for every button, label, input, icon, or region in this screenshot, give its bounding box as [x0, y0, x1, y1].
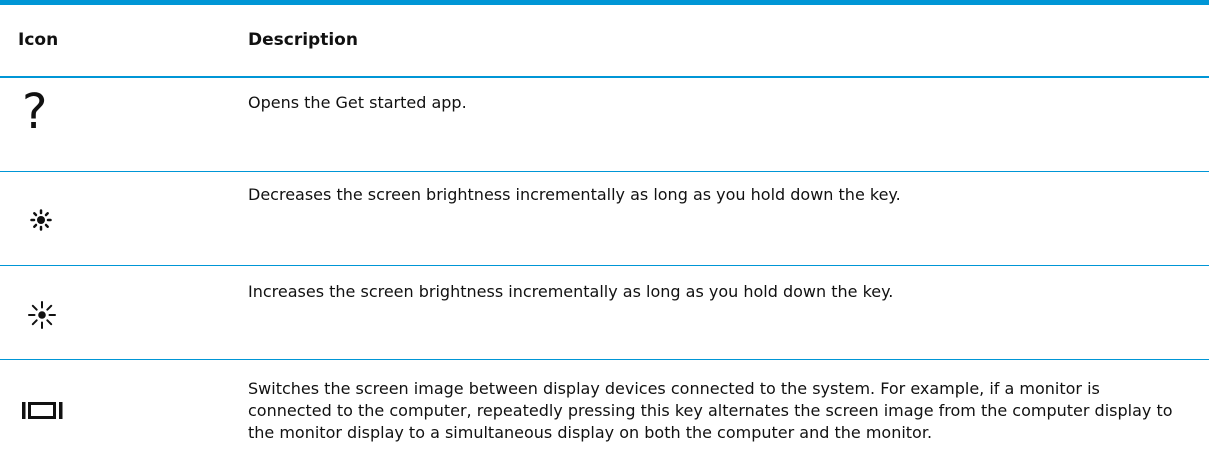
table-row: ? Opens the Get started app.: [0, 78, 1209, 172]
row-description: Switches the screen image between displa…: [248, 379, 1173, 442]
description-column-header: Description: [248, 30, 358, 50]
brightness-down-icon: [30, 209, 52, 231]
table-row: Switches the screen image between displa…: [0, 360, 1209, 463]
row-description: Increases the screen brightness incremen…: [248, 282, 894, 301]
table-row: Increases the screen brightness incremen…: [0, 266, 1209, 360]
icon-cell: [18, 360, 228, 463]
question-mark-icon: ?: [22, 84, 48, 140]
brightness-up-icon: [28, 301, 56, 329]
icon-cell: [18, 172, 228, 265]
icon-column-header: Icon: [18, 30, 59, 50]
table-header: Icon Description: [0, 5, 1209, 78]
function-key-table: Icon Description ? Opens the Get started…: [0, 0, 1209, 458]
icon-cell: [18, 266, 228, 359]
icon-cell: ?: [18, 78, 228, 171]
row-description: Opens the Get started app.: [248, 93, 467, 112]
row-description: Decreases the screen brightness incremen…: [248, 185, 901, 204]
table-row: Decreases the screen brightness incremen…: [0, 172, 1209, 266]
display-switch-icon: [22, 402, 63, 419]
